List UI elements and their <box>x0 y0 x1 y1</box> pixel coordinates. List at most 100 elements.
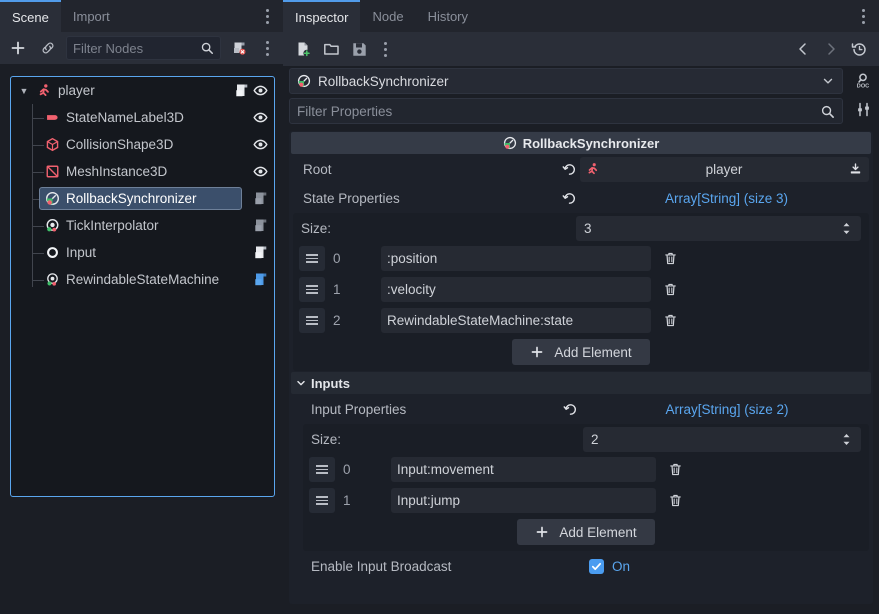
tree-row-actions <box>253 104 268 131</box>
chevron-down-icon[interactable] <box>821 74 835 88</box>
trash-icon[interactable] <box>659 308 681 333</box>
property-value-input-properties-type[interactable]: Array[String] (size 2) <box>581 402 873 417</box>
scene-dock-menu-icon[interactable] <box>257 0 277 32</box>
inspector-tools-button[interactable] <box>851 97 875 121</box>
scene-tree-options-menu-icon[interactable] <box>257 41 277 56</box>
property-value-root[interactable]: player <box>580 157 869 182</box>
chevron-down-icon[interactable]: ▼ <box>17 86 31 96</box>
revert-icon[interactable] <box>559 402 581 417</box>
drag-handle-icon[interactable] <box>309 488 335 513</box>
node-assign-icon[interactable] <box>848 162 863 177</box>
revert-icon[interactable] <box>558 191 580 206</box>
tab-node-label: Node <box>372 9 403 24</box>
checkbox-checked-icon[interactable] <box>589 559 604 574</box>
tree-item-rollbacksynchronizer-label: RollbackSynchronizer <box>66 191 197 206</box>
array-element-row: 1 Input:jump <box>303 485 869 516</box>
history-back-button[interactable] <box>791 37 815 61</box>
tab-import-label: Import <box>73 9 110 24</box>
array-element-input[interactable]: Input:movement <box>391 457 656 482</box>
tree-item-input[interactable]: Input <box>11 239 274 266</box>
tree-item-meshinstance3d[interactable]: MeshInstance3D <box>11 158 274 185</box>
chevron-down-icon <box>295 377 307 389</box>
trash-icon[interactable] <box>664 457 686 482</box>
tab-node[interactable]: Node <box>360 0 415 32</box>
tree-item-rewindablestatemachine[interactable]: RewindableStateMachine <box>11 266 274 293</box>
inspector-more-menu-icon[interactable] <box>375 42 395 57</box>
trash-icon[interactable] <box>664 488 686 513</box>
tab-inspector[interactable]: Inspector <box>283 0 360 32</box>
new-resource-button[interactable] <box>291 37 315 61</box>
eye-icon[interactable] <box>253 110 268 125</box>
eye-icon[interactable] <box>253 164 268 179</box>
array-size-spinner[interactable]: 3 <box>576 216 861 241</box>
array-element-row: 2 RewindableStateMachine:state <box>293 305 869 336</box>
script-icon-blue[interactable] <box>254 272 268 287</box>
array-editor-input-properties: Size: 2 0 Input:movement <box>303 424 869 551</box>
inspector-dock-menu-icon[interactable] <box>853 0 873 32</box>
script-remove-icon[interactable] <box>227 36 251 60</box>
state-machine-icon <box>45 272 60 287</box>
section-header-inputs[interactable]: Inputs <box>291 372 871 394</box>
array-element-index: 0 <box>333 251 373 266</box>
tick-interpolator-icon <box>45 218 60 233</box>
tree-item-rewindablestatemachine-label: RewindableStateMachine <box>66 272 219 287</box>
open-docs-button[interactable]: DOC <box>851 68 875 92</box>
filter-nodes-input[interactable]: Filter Nodes <box>66 36 221 60</box>
revert-icon[interactable] <box>558 162 580 177</box>
script-icon-white[interactable] <box>254 245 268 260</box>
spinner-updown-icon[interactable] <box>840 221 853 236</box>
checkbox-enable-input-broadcast[interactable]: On <box>589 559 630 574</box>
drag-handle-icon[interactable] <box>299 277 325 302</box>
inspector-object-selector[interactable]: RollbackSynchronizer <box>289 68 843 94</box>
add-node-button[interactable] <box>6 36 30 60</box>
trash-icon[interactable] <box>659 246 681 271</box>
tree-item-collisionshape3d[interactable]: CollisionShape3D <box>11 131 274 158</box>
tree-item-player[interactable]: ▼ player <box>11 77 274 104</box>
eye-icon[interactable] <box>253 137 268 152</box>
drag-handle-icon[interactable] <box>299 246 325 271</box>
search-icon <box>200 41 214 55</box>
tree-row-actions <box>254 212 268 239</box>
tree-row-actions <box>254 266 268 293</box>
add-element-row: Add Element <box>293 336 869 371</box>
tree-item-statenamelabel3d[interactable]: StateNameLabel3D <box>11 104 274 131</box>
eye-icon[interactable] <box>253 83 268 98</box>
script-icon-gray[interactable] <box>254 218 268 233</box>
array-element-input[interactable]: Input:jump <box>391 488 656 513</box>
save-resource-button[interactable] <box>347 37 371 61</box>
array-size-spinner[interactable]: 2 <box>583 427 861 452</box>
tree-row-actions <box>254 185 268 212</box>
spinner-updown-icon[interactable] <box>840 432 853 447</box>
tab-scene[interactable]: Scene <box>0 0 61 32</box>
array-element-index: 1 <box>343 493 383 508</box>
open-resource-button[interactable] <box>319 37 343 61</box>
array-element-input[interactable]: :position <box>381 246 651 271</box>
tab-history[interactable]: History <box>416 0 480 32</box>
svg-text:DOC: DOC <box>857 83 869 89</box>
tree-item-meshinstance3d-label: MeshInstance3D <box>66 164 167 179</box>
script-icon-white[interactable] <box>235 83 249 98</box>
add-element-button[interactable]: Add Element <box>517 519 654 545</box>
property-value-state-properties-type[interactable]: Array[String] (size 3) <box>580 191 873 206</box>
array-element-index: 2 <box>333 313 373 328</box>
history-forward-button[interactable] <box>819 37 843 61</box>
array-element-input[interactable]: :velocity <box>381 277 651 302</box>
drag-handle-icon[interactable] <box>299 308 325 333</box>
array-element-input[interactable]: RewindableStateMachine:state <box>381 308 651 333</box>
plus-icon <box>535 525 549 539</box>
history-menu-button[interactable] <box>847 37 871 61</box>
filter-properties-input[interactable]: Filter Properties <box>289 98 843 124</box>
chevron-left-icon <box>795 41 811 57</box>
inspector-dock: Inspector Node History <box>283 0 879 614</box>
tree-row-actions <box>253 158 268 185</box>
property-row-input-properties: Input Properties Array[String] (size 2) <box>289 394 873 424</box>
add-element-button[interactable]: Add Element <box>512 339 649 365</box>
tree-item-rollbacksynchronizer[interactable]: RollbackSynchronizer <box>11 185 274 212</box>
instance-scene-button[interactable] <box>36 36 60 60</box>
tree-item-tickinterpolator[interactable]: TickInterpolator <box>11 212 274 239</box>
script-icon-gray[interactable] <box>254 191 268 206</box>
scene-tree[interactable]: ▼ player <box>10 76 275 497</box>
drag-handle-icon[interactable] <box>309 457 335 482</box>
tab-import[interactable]: Import <box>61 0 122 32</box>
trash-icon[interactable] <box>659 277 681 302</box>
